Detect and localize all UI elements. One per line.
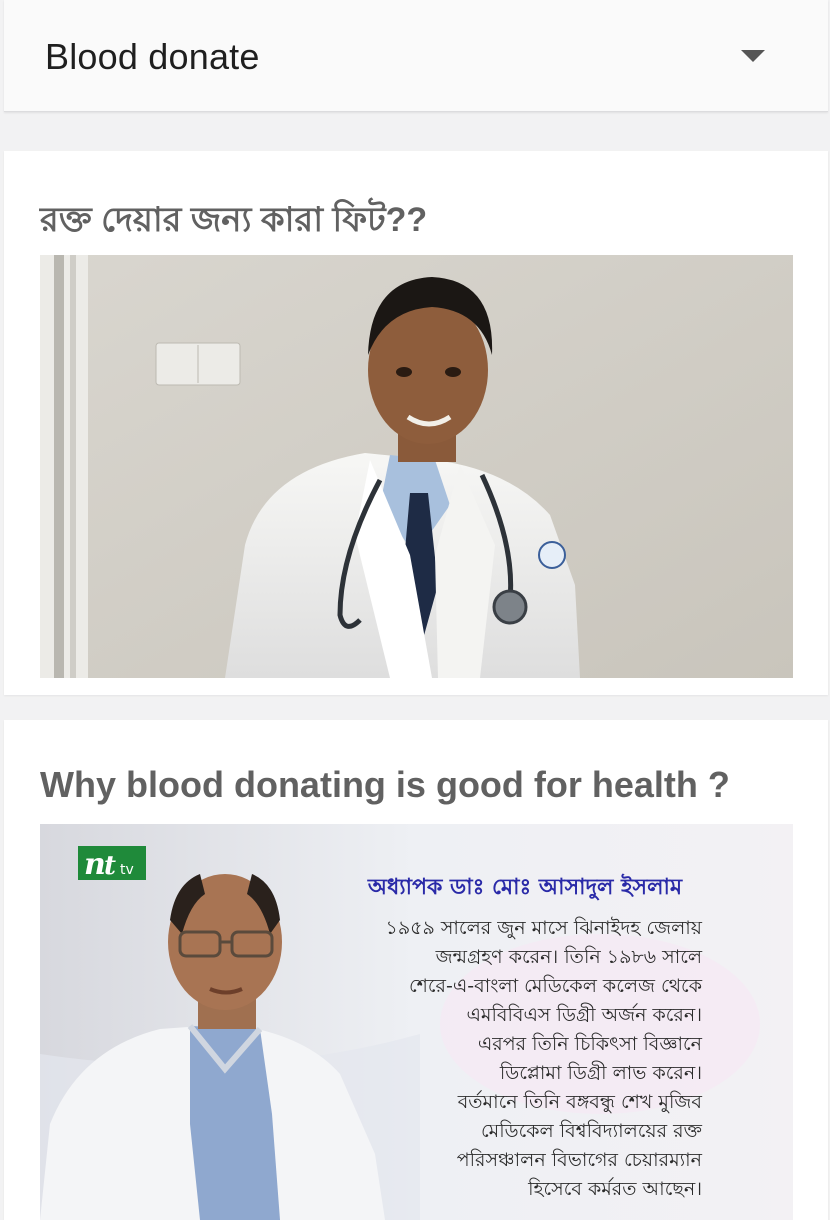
category-dropdown[interactable]: Blood donate xyxy=(4,0,828,112)
ntv-logo-icon: n t tv xyxy=(78,846,146,882)
video-title[interactable]: Why blood donating is good for health ? xyxy=(40,764,730,806)
video-thumbnail[interactable]: n t tv অধ্যাপক ডাঃ মোঃ আসাদুল ইসলাম ১৯৫৯… xyxy=(40,824,793,1220)
video-thumbnail[interactable] xyxy=(40,255,793,678)
svg-text:tv: tv xyxy=(120,862,134,878)
dropdown-selected-label: Blood donate xyxy=(45,36,260,77)
overlay-heading: অধ্যাপক ডাঃ মোঃ আসাদুল ইসলাম xyxy=(367,873,683,901)
video-card[interactable]: Why blood donating is good for health ? … xyxy=(4,720,828,1220)
overlay-line: হিসেবে কর্মরত আছেন। xyxy=(527,1177,702,1200)
overlay-line: এমবিবিএস ডিগ্রী অর্জন করেন। xyxy=(466,1003,702,1026)
overlay-line: মেডিকেল বিশ্ববিদ্যালয়ের রক্ত xyxy=(481,1120,703,1142)
overlay-line: এরপর তিনি চিকিৎসা বিজ্ঞানে xyxy=(478,1033,703,1055)
video-title[interactable]: রক্ত দেয়ার জন্য কারা ফিট?? xyxy=(40,194,427,251)
overlay-line: ডিপ্লোমা ডিগ্রী লাভ করেন। xyxy=(499,1061,702,1084)
video-card[interactable]: রক্ত দেয়ার জন্য কারা ফিট?? xyxy=(4,151,828,695)
overlay-line: শেরে-এ-বাংলা মেডিকেল কলেজ থেকে xyxy=(409,975,703,997)
overlay-line: ১৯৫৯ সালের জুন মাসে ঝিনাইদহ জেলায় xyxy=(386,917,703,940)
overlay-line: বর্তমানে তিনি বঙ্গবন্ধু শেখ মুজিব xyxy=(457,1090,703,1113)
svg-text:t: t xyxy=(104,851,116,881)
caret-down-icon[interactable] xyxy=(741,50,765,62)
overlay-line: পরিসঞ্চালন বিভাগের চেয়ারম্যান xyxy=(457,1149,703,1171)
svg-text:n: n xyxy=(84,847,106,882)
overlay-line: জন্মগ্রহণ করেন। তিনি ১৯৮৬ সালে xyxy=(435,946,703,968)
